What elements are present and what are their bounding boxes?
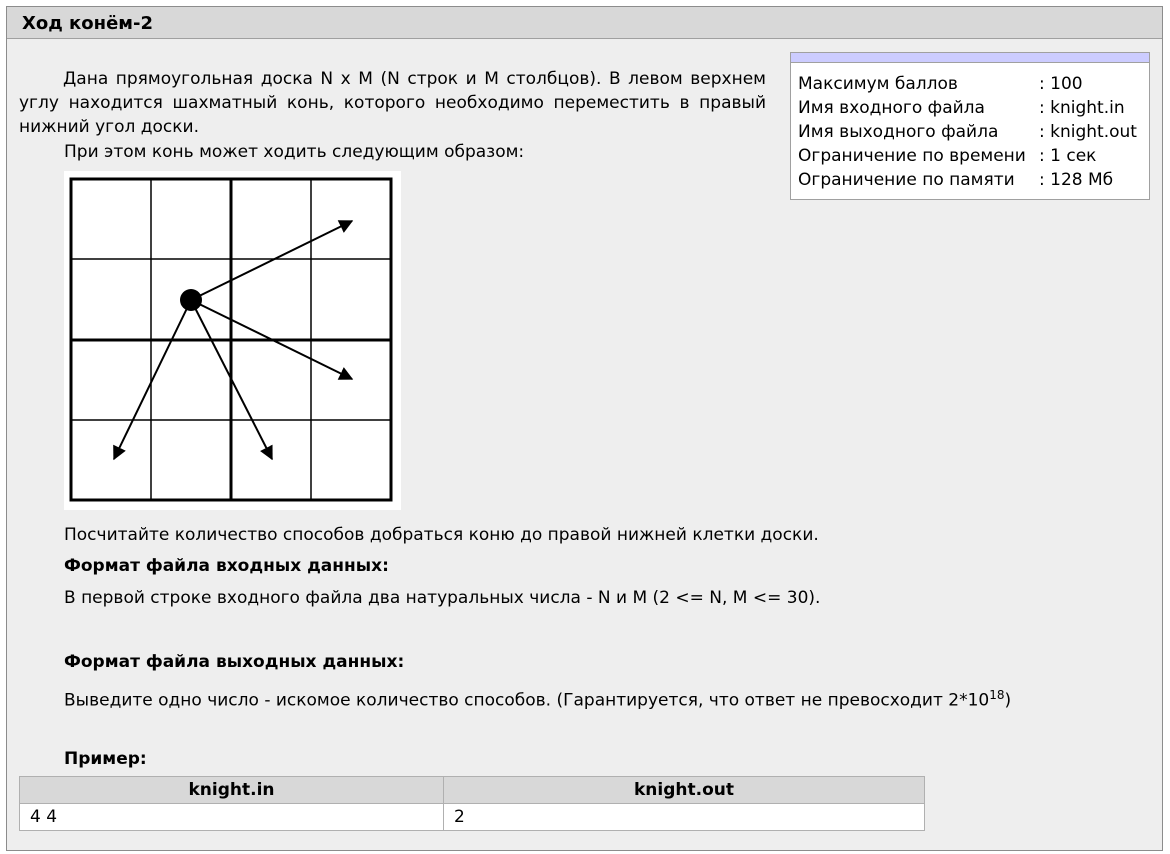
example-output-header: knight.out [443, 776, 925, 804]
limit-label: Максимум баллов [798, 74, 958, 94]
limits-box: Максимум баллов : 100 Имя входного файла:… [790, 52, 1150, 200]
example-header-row: knight.in knight.out [19, 776, 925, 804]
output-format-heading: Формат файла выходных данных: [64, 652, 405, 672]
limit-row: Максимум баллов : 100 [798, 72, 1137, 96]
task-text: Посчитайте количество способов добраться… [64, 525, 819, 545]
board-grid [69, 177, 393, 502]
limit-value: : 128 Мб [1039, 170, 1114, 190]
limit-row: Имя выходного файла : knight.out [798, 120, 1137, 144]
limit-row: Имя входного файла : knight.in [798, 96, 1137, 120]
example-row: 4 4 2 [19, 803, 925, 831]
problem-panel: Ход конём-2 Дана прямоугольная доска N x… [6, 6, 1163, 851]
output-format-main: Выведите одно число - искомое количество… [64, 690, 990, 711]
statement-paragraph: Дана прямоугольная доска N x M (N строк … [19, 69, 766, 137]
example-output-value: 2 [443, 803, 925, 831]
limit-value: : 1 сек [1039, 146, 1097, 166]
example-input-value: 4 4 [19, 803, 444, 831]
moves-intro-text: При этом конь может ходить следующим обр… [64, 142, 525, 162]
limit-label: Ограничение по времени [798, 146, 1026, 166]
output-format-text: Выведите одно число - искомое количество… [64, 683, 1011, 713]
arrow-down-left [113, 299, 192, 461]
limit-label: Имя входного файла [798, 98, 985, 118]
example-table: knight.in knight.out 4 4 2 [19, 776, 925, 831]
input-format-text: В первой строке входного файла два натур… [64, 588, 821, 608]
limit-value: : knight.out [1039, 122, 1137, 142]
limit-label: Имя выходного файла [798, 122, 999, 142]
knight-moves-diagram [64, 171, 401, 510]
arrow-up-right [190, 220, 354, 301]
example-heading: Пример: [64, 749, 147, 769]
limit-row: Ограничение по времени : 1 сек [798, 144, 1137, 168]
limit-value: : knight.in [1039, 98, 1125, 118]
example-input-header: knight.in [19, 776, 444, 804]
limits-table: Максимум баллов : 100 Имя входного файла:… [798, 72, 1137, 192]
output-format-exponent: 18 [989, 688, 1005, 702]
limit-row: Ограничение по памяти : 128 Мб [798, 168, 1137, 192]
knight-position-dot [180, 289, 202, 311]
input-format-heading: Формат файла входных данных: [64, 556, 389, 576]
limit-label: Ограничение по памяти [798, 170, 1015, 190]
limit-value: : 100 [1039, 74, 1083, 94]
limits-box-bar [791, 53, 1149, 63]
output-format-close: ) [1004, 690, 1012, 711]
